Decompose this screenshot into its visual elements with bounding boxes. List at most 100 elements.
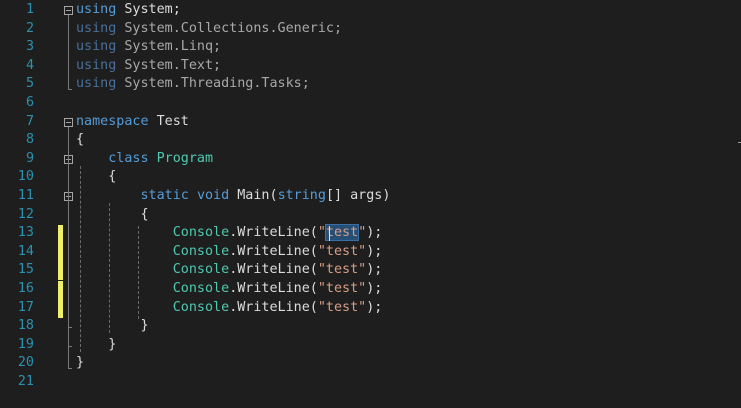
- change-marker: [58, 243, 63, 262]
- code-text[interactable]: namespace Test: [76, 113, 189, 132]
- code-token: {: [76, 132, 85, 148]
- code-line-3[interactable]: 3 using System.Linq;: [0, 38, 741, 57]
- code-text[interactable]: using System.Linq;: [76, 38, 221, 57]
- code-text[interactable]: using System;: [76, 1, 181, 20]
- code-line-10[interactable]: 10 {: [0, 168, 741, 187]
- code-token: );: [366, 243, 383, 259]
- collapse-icon[interactable]: [64, 6, 73, 15]
- code-line-14[interactable]: 14 Console.WriteLine("test");: [0, 243, 741, 262]
- line-number: 12: [17, 206, 34, 222]
- code-text[interactable]: using System.Text;: [76, 57, 221, 76]
- code-token: );: [366, 299, 383, 315]
- code-text[interactable]: Console.WriteLine("test");: [76, 224, 382, 243]
- line-number: 16: [17, 281, 34, 296]
- code-line-6[interactable]: 6: [0, 94, 741, 113]
- outline-guide: [68, 201, 69, 328]
- code-line-8[interactable]: 8{: [0, 131, 741, 150]
- code-text[interactable]: {: [76, 206, 148, 225]
- code-line-5[interactable]: 5 using System.Threading.Tasks;: [0, 75, 741, 94]
- code-line-21[interactable]: 21: [0, 373, 741, 392]
- code-line-19[interactable]: 19 }: [0, 336, 741, 355]
- change-marker: [58, 224, 63, 244]
- code-token: namespace: [76, 113, 149, 129]
- line-number: 18: [17, 318, 34, 334]
- code-token: .WriteLine(: [229, 299, 318, 315]
- code-text[interactable]: using System.Collections.Generic;: [76, 20, 342, 39]
- line-number: 1: [25, 2, 34, 17]
- code-text[interactable]: }: [76, 336, 116, 355]
- line-number: 8: [25, 132, 34, 148]
- code-text[interactable]: Console.WriteLine("test");: [76, 280, 383, 299]
- code-line-17[interactable]: 17 Console.WriteLine("test");: [0, 299, 741, 318]
- outline-end: [68, 89, 72, 91]
- code-text[interactable]: Console.WriteLine("test");: [76, 243, 383, 262]
- code-line-20[interactable]: 20}: [0, 354, 741, 373]
- line-number: 2: [25, 20, 34, 36]
- code-text[interactable]: Console.WriteLine("test");: [76, 261, 383, 280]
- code-token: Console: [172, 225, 230, 241]
- code-line-2[interactable]: 2 using System.Collections.Generic;: [0, 20, 741, 39]
- code-token: [] args): [325, 188, 391, 203]
- code-text[interactable]: }: [76, 317, 149, 336]
- code-token: Program: [156, 150, 214, 166]
- change-marker: [58, 261, 63, 281]
- collapse-icon[interactable]: [64, 117, 73, 127]
- code-token: }: [76, 318, 149, 334]
- outline-guide: [80, 165, 81, 352]
- code-token: System.Linq;: [116, 39, 222, 55]
- code-line-15[interactable]: 15 Console.WriteLine("test");: [0, 261, 741, 280]
- code-text[interactable]: Console.WriteLine("test");: [76, 299, 383, 318]
- code-token: .WriteLine(: [229, 225, 318, 241]
- code-token: using: [76, 39, 117, 55]
- line-number: 20: [17, 355, 34, 371]
- code-token: );: [366, 225, 383, 241]
- outline-guide: [138, 226, 139, 320]
- code-token: using: [76, 76, 117, 92]
- code-line-16[interactable]: 16 Console.WriteLine("test");: [0, 280, 741, 299]
- line-number: 11: [17, 188, 34, 203]
- code-token: class: [108, 150, 149, 166]
- code-text[interactable]: }: [76, 354, 84, 373]
- code-editor[interactable]: 1 using System; 2 using System.Collections.…: [0, 0, 741, 408]
- code-line-4[interactable]: 4 using System.Text;: [0, 57, 741, 76]
- code-line-18[interactable]: 18 }: [0, 317, 741, 336]
- line-number: 19: [17, 336, 34, 352]
- code-token: System.Collections.Generic;: [116, 20, 343, 36]
- code-token: .WriteLine(: [229, 243, 318, 259]
- code-text[interactable]: static void Main(string[] args): [76, 187, 391, 206]
- code-line-11[interactable]: 11 static void Main(string[] args): [0, 187, 741, 206]
- code-line-1[interactable]: 1 using System;: [0, 1, 741, 20]
- code-token: }: [76, 355, 85, 371]
- outline-guide: [68, 15, 69, 90]
- code-token: using: [76, 2, 117, 17]
- line-number: 5: [25, 76, 34, 92]
- code-line-7[interactable]: 7 namespace Test: [0, 113, 741, 132]
- code-line-12[interactable]: 12 {: [0, 206, 741, 225]
- outline-guide: [109, 203, 110, 334]
- code-text[interactable]: {: [76, 168, 116, 187]
- code-token: static: [140, 188, 189, 203]
- selected-text: test: [324, 224, 360, 242]
- text-caret: [329, 226, 330, 242]
- line-number: 4: [25, 57, 34, 73]
- code-token: string: [277, 188, 326, 203]
- line-number: 6: [25, 95, 34, 110]
- code-text[interactable]: class Program: [76, 150, 213, 169]
- line-number: 9: [25, 150, 34, 166]
- code-text[interactable]: {: [76, 131, 84, 150]
- line-number: 17: [17, 299, 34, 315]
- code-token: }: [76, 336, 117, 352]
- code-token: );: [366, 262, 383, 278]
- code-line-9[interactable]: 9 class Program: [0, 150, 741, 169]
- code-token: .WriteLine(: [229, 281, 318, 296]
- code-line-13[interactable]: 13 Console.WriteLine("test");: [0, 224, 741, 243]
- code-token: Main(: [229, 188, 278, 203]
- code-text[interactable]: using System.Threading.Tasks;: [76, 75, 310, 94]
- code-token: {: [76, 169, 117, 185]
- outline-end: [68, 327, 72, 329]
- code-token: System.Text;: [116, 57, 222, 73]
